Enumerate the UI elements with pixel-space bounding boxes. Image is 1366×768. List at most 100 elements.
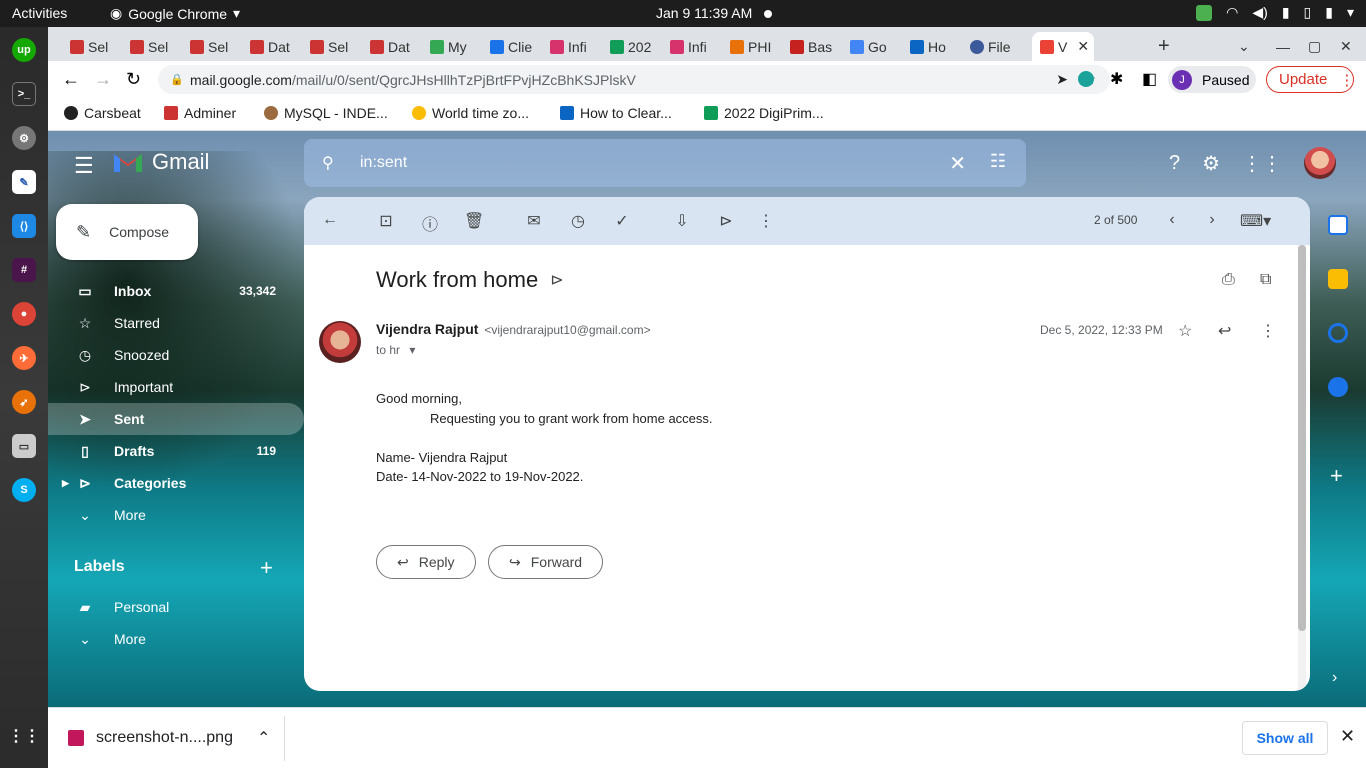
nav-item-inbox[interactable]: ▭ Inbox 33,342 — [48, 275, 304, 307]
bookmark-item[interactable]: How to Clear... — [560, 105, 672, 121]
reply-button[interactable]: ↩ Reply — [376, 545, 476, 579]
bookmark-item[interactable]: MySQL - INDE... — [264, 105, 388, 121]
label-as-icon[interactable]: ⊳ — [716, 211, 736, 231]
minimize-icon[interactable]: — — [1276, 32, 1292, 61]
input-tools-icon[interactable]: ⌨▾ — [1240, 211, 1271, 231]
browser-tab[interactable]: Sel — [70, 32, 128, 61]
browser-tab[interactable]: Dat — [250, 32, 308, 61]
apps-grid-icon[interactable]: ⋮⋮ — [1242, 151, 1282, 176]
chrome-dock-icon[interactable]: ● — [12, 302, 36, 326]
clear-search-icon[interactable]: ✕ — [949, 151, 966, 176]
add-task-icon[interactable]: ✓ — [612, 211, 632, 231]
show-details-icon[interactable]: ▾ — [409, 343, 415, 357]
browser-tab[interactable]: Bas — [790, 32, 848, 61]
reply-icon[interactable]: ↩ — [1218, 321, 1231, 341]
app-menu[interactable]: ◉ Google Chrome ▾ — [110, 5, 240, 22]
contacts-icon[interactable] — [1328, 377, 1348, 397]
send-icon[interactable]: ➤ — [1056, 71, 1068, 88]
download-item[interactable]: screenshot-n....png ⌃ — [68, 728, 270, 748]
back-to-list-icon[interactable]: ← — [320, 211, 340, 229]
activities-button[interactable]: Activities — [12, 5, 67, 21]
open-new-window-icon[interactable]: ⧉ — [1260, 271, 1271, 289]
compose-button[interactable]: ✎ Compose — [56, 204, 198, 260]
puzzle-icon[interactable]: ✱ — [1110, 69, 1123, 89]
bookmark-item[interactable]: 2022 DigiPrim... — [704, 105, 824, 121]
sender-avatar[interactable] — [319, 321, 361, 363]
mail-search-box[interactable]: ⚲ in:sent ✕ ☷ — [304, 139, 1026, 187]
browser-tab[interactable]: Dat — [370, 32, 428, 61]
show-apps-icon[interactable]: ⋮⋮ — [8, 724, 40, 748]
reload-icon[interactable]: ↻ — [126, 69, 141, 90]
browser-tab-active[interactable]: V ✕ — [1032, 32, 1094, 61]
profile-chip[interactable]: J Paused — [1168, 66, 1256, 93]
account-avatar[interactable] — [1304, 147, 1336, 179]
browser-tab[interactable]: My — [430, 32, 488, 61]
bookmark-item[interactable]: Adminer — [164, 105, 236, 121]
back-icon[interactable]: ← — [62, 69, 80, 90]
browser-tab[interactable]: Infi — [670, 32, 728, 61]
older-icon[interactable]: › — [1202, 211, 1222, 229]
bookmark-item[interactable]: Carsbeat — [64, 105, 141, 121]
add-label-icon[interactable]: + — [260, 555, 273, 581]
search-input[interactable]: in:sent — [360, 154, 407, 172]
settings-gear-icon[interactable]: ⚙ — [1202, 151, 1220, 176]
tasks-icon[interactable] — [1328, 323, 1348, 343]
calendar-icon[interactable] — [1328, 215, 1348, 235]
snooze-icon[interactable]: ◷ — [568, 211, 588, 231]
browser-tab[interactable]: File — [970, 32, 1028, 61]
rocket-icon[interactable]: ➶ — [12, 390, 36, 414]
update-button[interactable]: Update ⋮ — [1266, 66, 1354, 93]
more-actions-icon[interactable]: ⋮ — [756, 211, 776, 231]
forward-button[interactable]: ↪ Forward — [488, 545, 604, 579]
main-menu-icon[interactable]: ☰ — [74, 153, 94, 179]
recipients-line[interactable]: to hr ▾ — [376, 343, 415, 357]
bookmark-item[interactable]: World time zo... — [412, 105, 529, 121]
labels-more[interactable]: ⌄ More — [48, 623, 304, 655]
browser-tab[interactable]: 202 — [610, 32, 668, 61]
postman-icon[interactable]: ✈ — [12, 346, 36, 370]
browser-tab[interactable]: Infi — [550, 32, 608, 61]
browser-tab[interactable]: Ho — [910, 32, 968, 61]
move-to-icon[interactable]: ⇩ — [672, 211, 692, 231]
nav-item-more[interactable]: ⌄ More — [48, 499, 304, 531]
clock[interactable]: Jan 9 11:39 AM — [656, 5, 773, 21]
close-downloads-icon[interactable]: ✕ — [1340, 726, 1355, 747]
side-panel-icon[interactable]: ◧ — [1142, 69, 1157, 89]
extension-icon[interactable] — [1078, 71, 1094, 87]
restore-icon[interactable]: ▢ — [1308, 32, 1324, 61]
tab-close-icon[interactable]: ✕ — [1077, 38, 1089, 55]
browser-tab[interactable]: Sel — [310, 32, 368, 61]
system-tray[interactable]: ◠ ◀) ▮ ▯ ▮ ▾ — [1196, 4, 1354, 21]
address-bar[interactable]: 🔒 mail.google.com/mail/u/0/sent/QgrcJHsH… — [158, 65, 1110, 94]
browser-tab[interactable]: PHI — [730, 32, 788, 61]
upwork-icon[interactable]: up — [12, 38, 36, 62]
new-tab-button[interactable]: + — [1158, 32, 1178, 61]
help-icon[interactable]: ? — [1169, 152, 1180, 175]
message-more-icon[interactable]: ⋮ — [1260, 321, 1276, 341]
forward-icon[interactable]: → — [94, 69, 112, 90]
browser-tab[interactable]: Sel — [190, 32, 248, 61]
expand-side-panel-icon[interactable]: › — [1332, 669, 1337, 687]
sender-name[interactable]: Vijendra Rajput — [376, 321, 478, 337]
nav-item-categories[interactable]: ▶ ⊳ Categories — [48, 467, 304, 499]
report-spam-icon[interactable]: ⓘ — [420, 211, 440, 235]
tab-search-icon[interactable]: ⌄ — [1238, 32, 1254, 61]
gmail-logo[interactable]: Gmail — [112, 149, 209, 175]
scrollbar-thumb[interactable] — [1298, 245, 1306, 631]
star-icon[interactable]: ☆ — [1178, 321, 1192, 341]
browser-tab[interactable]: Clie — [490, 32, 548, 61]
skype-icon[interactable]: S — [12, 478, 36, 502]
search-options-icon[interactable]: ☷ — [990, 151, 1006, 172]
terminal-icon[interactable]: >_ — [12, 82, 36, 106]
print-icon[interactable]: ⎙ — [1222, 271, 1235, 289]
nav-item-starred[interactable]: ☆ Starred — [48, 307, 304, 339]
settings-icon[interactable]: ⚙ — [12, 126, 36, 150]
window-close-icon[interactable]: ✕ — [1340, 32, 1356, 61]
newer-icon[interactable]: ‹ — [1162, 211, 1182, 229]
delete-icon[interactable]: 🗑 — [464, 211, 484, 231]
files-icon[interactable]: ▭ — [12, 434, 36, 458]
nav-item-important[interactable]: ⊳ Important — [48, 371, 304, 403]
slack-icon[interactable]: # — [12, 258, 36, 282]
mark-unread-icon[interactable]: ✉ — [524, 211, 544, 231]
show-all-button[interactable]: Show all — [1242, 721, 1328, 755]
